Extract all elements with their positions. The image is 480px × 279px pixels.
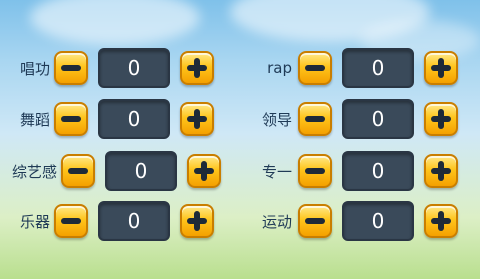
attribute-row-dance: 舞蹈 0 — [10, 99, 214, 139]
plus-icon — [186, 108, 208, 130]
attribute-label: 唱功 — [19, 59, 50, 78]
increase-singing-button[interactable] — [180, 51, 214, 85]
minus-icon — [60, 210, 82, 232]
background-cloud — [30, 0, 200, 45]
attribute-label: 舞蹈 — [19, 110, 50, 129]
decrease-singing-button[interactable] — [54, 51, 88, 85]
plus-icon — [430, 210, 452, 232]
attribute-label: 综艺感 — [11, 162, 57, 181]
attribute-value: 0 — [342, 99, 414, 139]
attribute-row-leadership: 领导 0 — [256, 99, 458, 139]
attribute-value: 0 — [98, 99, 170, 139]
plus-icon — [193, 160, 215, 182]
increase-loyalty-button[interactable] — [424, 154, 458, 188]
minus-icon — [304, 160, 326, 182]
decrease-variety-button[interactable] — [61, 154, 95, 188]
plus-icon — [186, 210, 208, 232]
increase-leadership-button[interactable] — [424, 102, 458, 136]
attribute-value: 0 — [105, 151, 177, 191]
minus-icon — [304, 57, 326, 79]
increase-instrument-button[interactable] — [180, 204, 214, 238]
attribute-row-sports: 运动 0 — [256, 201, 458, 241]
attribute-value: 0 — [98, 201, 170, 241]
decrease-instrument-button[interactable] — [54, 204, 88, 238]
attribute-value: 0 — [342, 151, 414, 191]
attribute-value: 0 — [98, 48, 170, 88]
attribute-value: 0 — [342, 48, 414, 88]
increase-dance-button[interactable] — [180, 102, 214, 136]
plus-icon — [430, 108, 452, 130]
attribute-row-singing: 唱功 0 — [10, 48, 214, 88]
decrease-dance-button[interactable] — [54, 102, 88, 136]
attribute-row-rap: rap 0 — [256, 48, 458, 88]
attribute-label: 领导 — [261, 110, 292, 129]
attribute-row-loyalty: 专一 0 — [256, 151, 458, 191]
attribute-value: 0 — [342, 201, 414, 241]
increase-sports-button[interactable] — [424, 204, 458, 238]
decrease-rap-button[interactable] — [298, 51, 332, 85]
minus-icon — [60, 108, 82, 130]
increase-rap-button[interactable] — [424, 51, 458, 85]
minus-icon — [304, 210, 326, 232]
increase-variety-button[interactable] — [187, 154, 221, 188]
decrease-loyalty-button[interactable] — [298, 154, 332, 188]
attribute-row-instrument: 乐器 0 — [10, 201, 214, 241]
decrease-sports-button[interactable] — [298, 204, 332, 238]
minus-icon — [67, 160, 89, 182]
plus-icon — [430, 57, 452, 79]
plus-icon — [186, 57, 208, 79]
minus-icon — [304, 108, 326, 130]
attribute-label: 乐器 — [19, 212, 50, 231]
attribute-label: rap — [267, 59, 292, 77]
decrease-leadership-button[interactable] — [298, 102, 332, 136]
minus-icon — [60, 57, 82, 79]
plus-icon — [430, 160, 452, 182]
attribute-row-variety: 综艺感 0 — [3, 151, 221, 191]
attribute-label: 专一 — [261, 162, 292, 181]
attribute-label: 运动 — [261, 212, 292, 231]
